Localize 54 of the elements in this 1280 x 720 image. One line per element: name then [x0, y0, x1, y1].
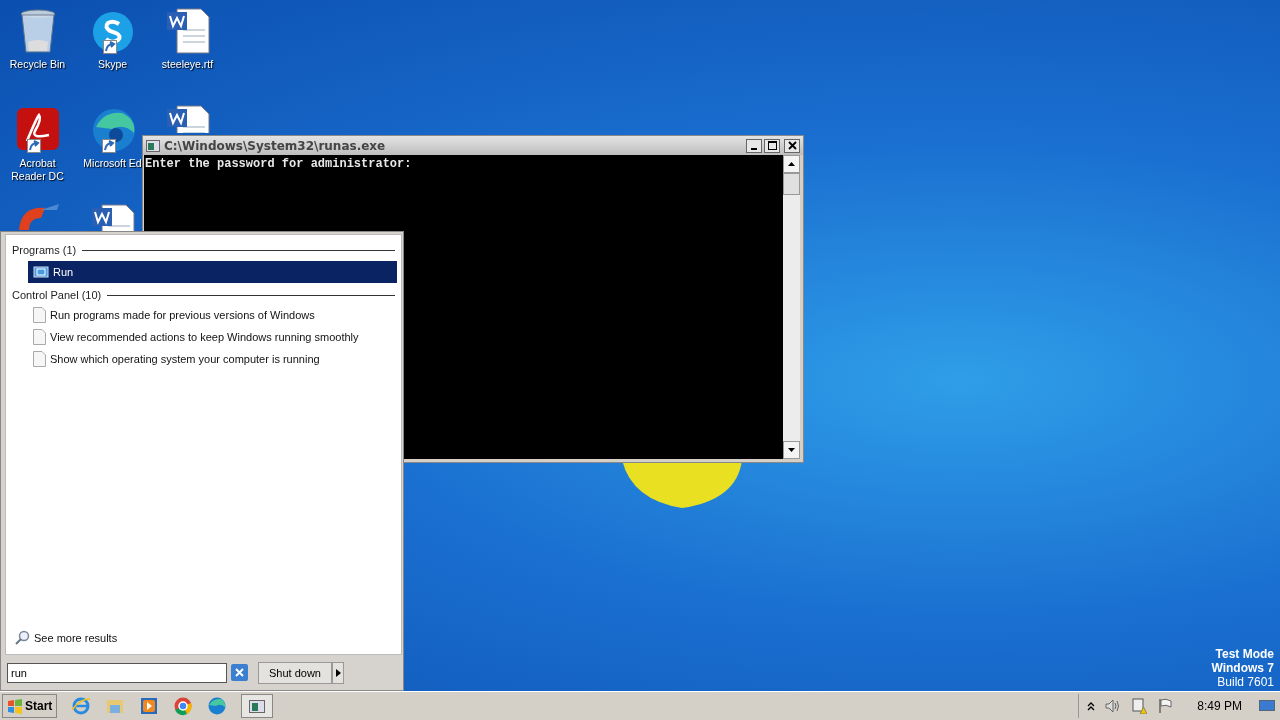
- monitor-icon: [1259, 700, 1275, 712]
- chrome-icon[interactable]: [173, 696, 194, 716]
- windows-logo-icon: [7, 698, 23, 714]
- page-icon: [33, 329, 46, 345]
- clear-search-icon[interactable]: [231, 664, 248, 681]
- group-heading: Control Panel (10): [12, 289, 102, 301]
- skype-icon[interactable]: [90, 10, 135, 54]
- page-icon: [33, 351, 46, 367]
- group-heading: Programs (1): [12, 244, 77, 256]
- desktop-icon-label[interactable]: Skype: [97, 58, 128, 71]
- see-more-results-link[interactable]: See more results: [12, 630, 397, 646]
- desktop-notice-text: Windows 7: [1211, 661, 1274, 675]
- scroll-thumb[interactable]: [783, 173, 800, 195]
- minimize-icon: [751, 147, 757, 150]
- search-result-item[interactable]: View recommended actions to keep Windows running smoothly: [28, 326, 397, 348]
- desktop-icon-label[interactable]: Recycle Bin: [9, 58, 66, 71]
- shut-down-options-button[interactable]: [332, 661, 344, 684]
- document-icon[interactable]: [164, 8, 211, 54]
- maximize-icon: [767, 141, 777, 150]
- console-text: Enter the password for administrator:: [145, 157, 413, 171]
- speaker-icon[interactable]: [1105, 699, 1122, 713]
- run-icon: [33, 266, 49, 278]
- search-result-item[interactable]: Run programs made for previous versions of Windows: [28, 304, 397, 326]
- chevron-up-icon[interactable]: [1087, 701, 1096, 711]
- console-icon: [146, 139, 160, 152]
- scroll-up-icon[interactable]: [788, 162, 795, 166]
- clock[interactable]: 8:49 PM: [1197, 699, 1242, 713]
- scroll-down-icon[interactable]: [788, 448, 795, 452]
- pdf-icon[interactable]: [14, 107, 61, 153]
- network-warning-icon[interactable]: [1131, 698, 1148, 714]
- start-button[interactable]: Start: [2, 694, 58, 718]
- close-button[interactable]: [784, 138, 800, 153]
- desktop-notice-text: Test Mode: [1215, 647, 1274, 661]
- close-icon: [787, 141, 797, 150]
- shut-down-button[interactable]: Shut down: [258, 661, 332, 684]
- search-icon: [14, 630, 30, 646]
- scrollbar[interactable]: [783, 155, 800, 459]
- console-icon: [249, 699, 266, 713]
- desktop-icon-label[interactable]: steeleye.rtf: [161, 58, 214, 71]
- media-player-icon[interactable]: [139, 696, 160, 716]
- console-taskbar-button[interactable]: [241, 694, 274, 718]
- desktop-icon-label[interactable]: Microsoft Ed: [83, 157, 142, 170]
- document-icon[interactable]: [89, 204, 136, 232]
- search-field[interactable]: run: [7, 662, 227, 683]
- page-icon: [33, 307, 46, 323]
- triangle-right-icon: [335, 668, 341, 677]
- desktop-icon-label[interactable]: Acrobat Reader DC: [2, 157, 73, 183]
- flag-icon[interactable]: [1157, 698, 1174, 714]
- search-result-item[interactable]: Show which operating system your computer is running: [28, 348, 397, 370]
- maximize-button[interactable]: [764, 138, 780, 153]
- minimize-button[interactable]: [746, 138, 762, 153]
- desktop-notice-text: Build 7601: [1217, 675, 1274, 689]
- window-title: C:\Windows\System32\runas.exe: [164, 138, 387, 153]
- search-result-item[interactable]: Run: [28, 261, 397, 283]
